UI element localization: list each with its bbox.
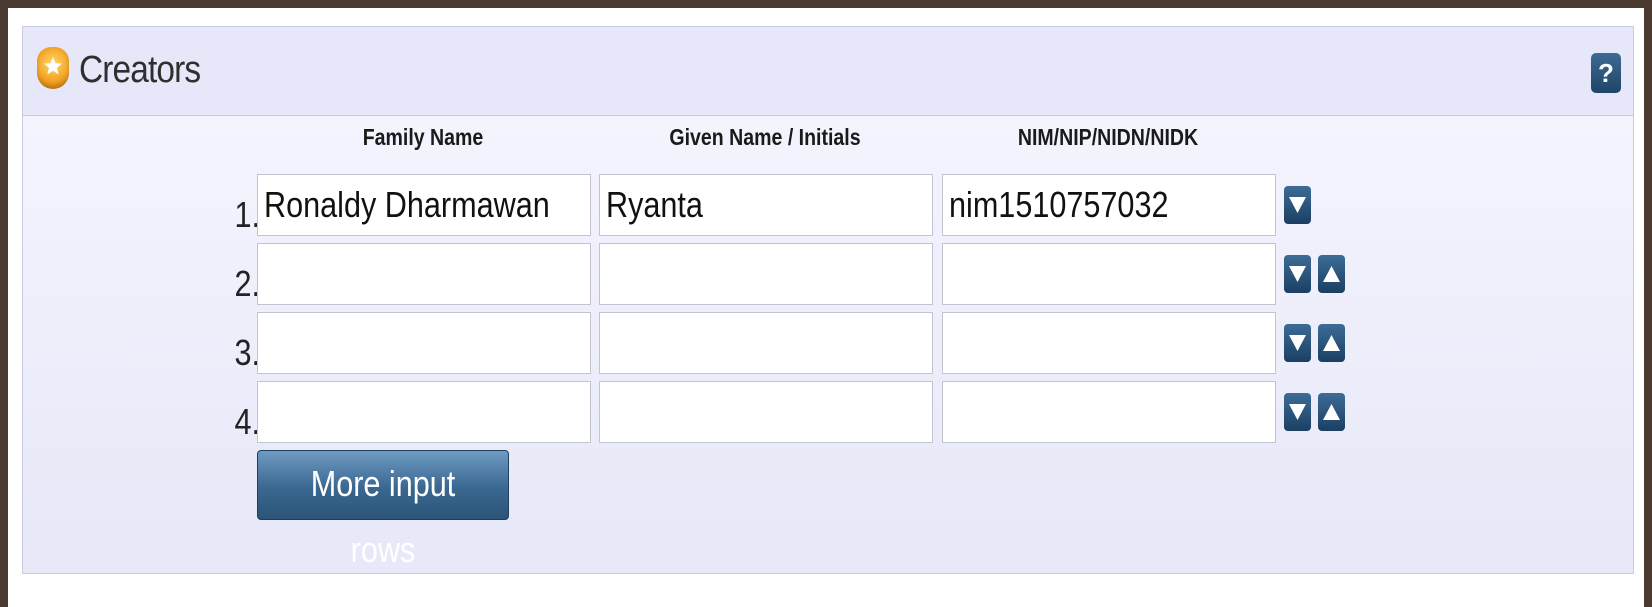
more-input-rows-label: More input rows	[310, 463, 456, 570]
move-up-icon[interactable]	[1318, 324, 1345, 362]
page-canvas: Creators ? Family Name Given Name / Init…	[8, 8, 1644, 607]
move-up-icon[interactable]	[1318, 255, 1345, 293]
move-up-icon[interactable]	[1318, 393, 1345, 431]
column-header-given-name: Given Name / Initials	[669, 124, 861, 150]
row-number: 4.	[234, 401, 260, 442]
column-header-family-name: Family Name	[362, 124, 484, 150]
given-name-input[interactable]: Ryanta	[599, 174, 933, 236]
row-number: 1.	[234, 194, 260, 235]
given-name-input[interactable]	[599, 312, 933, 374]
id-number-input[interactable]: nim1510757032	[942, 174, 1276, 236]
move-down-icon[interactable]	[1284, 393, 1311, 431]
move-down-icon[interactable]	[1284, 186, 1311, 224]
given-name-value: Ryanta	[606, 184, 703, 225]
family-name-input[interactable]	[257, 381, 591, 443]
family-name-input[interactable]	[257, 312, 591, 374]
column-header-id: NIM/NIP/NIDN/NIDK	[1017, 124, 1199, 150]
given-name-input[interactable]	[599, 243, 933, 305]
id-number-input[interactable]	[942, 381, 1276, 443]
move-down-icon[interactable]	[1284, 324, 1311, 362]
id-number-value: nim1510757032	[949, 184, 1169, 225]
help-icon[interactable]: ?	[1591, 53, 1621, 93]
id-number-input[interactable]	[942, 312, 1276, 374]
family-name-input[interactable]: Ronaldy Dharmawan	[257, 174, 591, 236]
row-number: 3.	[234, 332, 260, 373]
family-name-input[interactable]	[257, 243, 591, 305]
given-name-input[interactable]	[599, 381, 933, 443]
panel-header: Creators ?	[23, 27, 1633, 116]
move-down-icon[interactable]	[1284, 255, 1311, 293]
id-number-input[interactable]	[942, 243, 1276, 305]
row-number: 2.	[234, 263, 260, 304]
panel-title: Creators	[79, 49, 201, 91]
more-input-rows-button[interactable]: More input rows	[257, 450, 509, 570]
star-icon	[37, 47, 69, 89]
family-name-value: Ronaldy Dharmawan	[264, 184, 550, 225]
